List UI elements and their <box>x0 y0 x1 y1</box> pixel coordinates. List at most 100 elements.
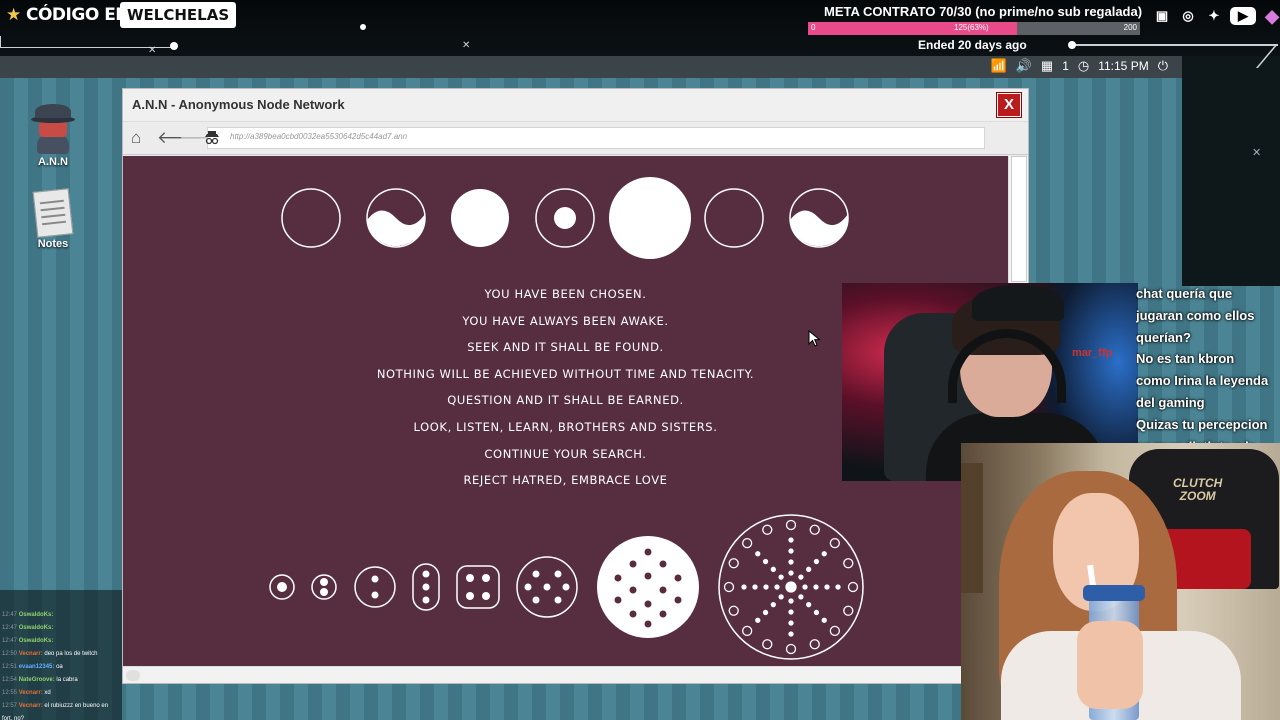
mandala-ray-dot <box>813 584 819 590</box>
moon-ring-dot-glyph <box>535 188 595 248</box>
mandala-ring-dot <box>742 625 753 636</box>
gem-icon: ◆ <box>1265 6 1279 26</box>
overlay-divider-right <box>1072 44 1278 46</box>
chat-message: 12:57 Vecnarr: el rubiuzzz en bueno en <box>2 703 108 709</box>
overlay-node <box>1068 41 1076 49</box>
mandala-ring-dot <box>762 639 773 650</box>
notes-icon <box>32 188 74 238</box>
youtube-icon: ▶ <box>1230 7 1256 25</box>
chat-username: OswaldoKs: <box>18 612 54 618</box>
desktop-icon-label: A.N.N <box>38 156 68 168</box>
mandala-ring-dot <box>728 558 739 569</box>
mandala-ray-dot <box>788 631 794 637</box>
dot-glyph-row <box>269 514 864 660</box>
moon-phase-row <box>281 177 849 259</box>
stream-frame: 📶 🔊 ▦ 1 ◷ 11:15 PM ⏻ A.N.N Notes 12:47 O… <box>0 0 1280 720</box>
mandala-ray-dot <box>778 594 784 600</box>
stream-caption: chat quería que jugaran como ellos querían… <box>1136 283 1280 445</box>
chat-username: OswaldoKs: <box>18 638 54 644</box>
desktop-icon-ann[interactable]: A.N.N <box>18 104 88 168</box>
chat-time: 12:54 <box>2 677 18 683</box>
wifi-icon[interactable]: 📶 <box>991 58 1007 74</box>
moon-empty-glyph-2 <box>704 188 764 248</box>
chat-text: deo pa los de twitch <box>44 651 98 657</box>
caption-line: jugaran como ellos <box>1136 307 1255 323</box>
chat-username: evaan12345: <box>18 664 55 670</box>
caption-line: querían? <box>1136 329 1191 345</box>
clock-time[interactable]: 11:15 PM <box>1098 59 1148 73</box>
volume-icon[interactable]: 🔊 <box>1016 58 1032 74</box>
chat-text: la cabra <box>56 677 78 683</box>
mandala-ray-dot <box>788 548 794 554</box>
instagram-icon: ◎ <box>1182 8 1194 23</box>
overlay-side-panel <box>1182 56 1280 286</box>
mandala-ray-dot <box>806 602 812 608</box>
mandala-ray-dot <box>774 584 780 590</box>
chat-text: fort, no? <box>2 716 25 720</box>
mandala-ray-dot <box>788 537 794 543</box>
mandala-ray-dot <box>813 558 820 565</box>
mandala-ray-dot <box>788 620 794 626</box>
caption-line: del gaming <box>1136 394 1205 410</box>
horizontal-scrollbar-thumb[interactable] <box>126 670 140 681</box>
mandala-ray-dot <box>755 617 761 623</box>
mandala-ray-dot <box>835 584 841 590</box>
chat-message: 12:55 Vecnarr: xd <box>2 690 51 696</box>
star-icon: ★ <box>6 5 22 24</box>
desktop-icon-label: Notes <box>37 238 69 250</box>
spy-agent-icon <box>31 104 75 154</box>
mandala-ring-dot <box>728 605 739 616</box>
address-bar[interactable]: http://a389bea0cbd0032ea5530642d5c44ad7.… <box>205 127 985 149</box>
mandala-ring-dot <box>809 524 820 535</box>
sparkle-icon: ✕ <box>148 45 157 56</box>
desktop-icon-notes[interactable]: Notes <box>18 188 88 250</box>
chat-username: NateGroove: <box>18 677 55 683</box>
chat-text: xd <box>44 690 51 696</box>
overlay-node <box>170 42 178 50</box>
notification-count[interactable]: 1 <box>1062 59 1069 73</box>
chat-message: 12:47 OswaldoKs: <box>2 638 53 644</box>
clock-icon: ◷ <box>1077 58 1090 73</box>
mandala-ray-dot <box>762 558 769 565</box>
stream-overlay-header: ★ CÓDIGO EPIC WELCHELAS ✕ ✕ META CONTRAT… <box>0 0 1280 56</box>
mandala-ray-dot <box>821 551 827 557</box>
mandala-center <box>785 581 797 593</box>
mandala-ray-dot <box>778 574 784 580</box>
sparkle-icon: ✕ <box>1252 147 1262 159</box>
chair-logo: CLUTCH ZOOM <box>1173 476 1223 503</box>
stream-chat: 12:47 OswaldoKs: 12:47 OswaldoKs: 12:47 … <box>0 590 122 720</box>
guest-webcam: CLUTCH ZOOM <box>961 443 1280 720</box>
overlay-star-dot <box>360 24 366 30</box>
home-icon[interactable]: ⌂ <box>131 128 141 148</box>
twitch-icon: ▣ <box>1155 8 1169 23</box>
mandala-ring-dot <box>829 538 840 549</box>
moon-wave-glyph <box>366 188 426 248</box>
close-button[interactable]: X <box>996 92 1022 118</box>
chat-time: 12:47 <box>2 638 18 644</box>
vertical-scrollbar-thumb[interactable] <box>1011 156 1027 282</box>
mandala-ring-dot <box>723 581 735 593</box>
horizontal-scrollbar[interactable] <box>123 666 1028 683</box>
mandala-ring-dot <box>843 558 854 569</box>
url-text: http://a389bea0cbd0032ea5530642d5c44ad7.… <box>230 132 408 141</box>
mandala-ray-dot <box>824 584 830 590</box>
chat-time: 12:57 <box>2 703 18 709</box>
power-icon[interactable]: ⏻ <box>1158 58 1168 74</box>
twitter-icon: ✦ <box>1208 8 1220 23</box>
mandala-ray-dot <box>741 584 747 590</box>
mandala-ring-dot <box>809 639 820 650</box>
calendar-icon[interactable]: ▦ <box>1041 58 1053 74</box>
mandala-ray-dot <box>802 584 808 590</box>
caption-line: chat quería que <box>1136 286 1233 301</box>
chat-time: 12:51 <box>2 664 18 670</box>
chat-text: el rubiuzzz en bueno en <box>44 703 109 709</box>
window-titlebar[interactable]: A.N.N - Anonymous Node Network X <box>123 89 1028 121</box>
mandala-ray-dot <box>806 566 812 572</box>
chat-username: Vecnarr: <box>18 690 43 696</box>
caption-line: Quizas tu percepcion <box>1136 416 1268 432</box>
caption-line: No es tan kbron <box>1136 351 1235 367</box>
window-title: A.N.N - Anonymous Node Network <box>132 97 345 112</box>
incognito-icon <box>205 131 219 145</box>
webcam-overlay-name: mar_ffp <box>1072 347 1113 359</box>
browser-toolbar: ⌂ 🡐 🡒 http://a389bea0cbd0032ea5530642d5c… <box>123 121 1028 155</box>
